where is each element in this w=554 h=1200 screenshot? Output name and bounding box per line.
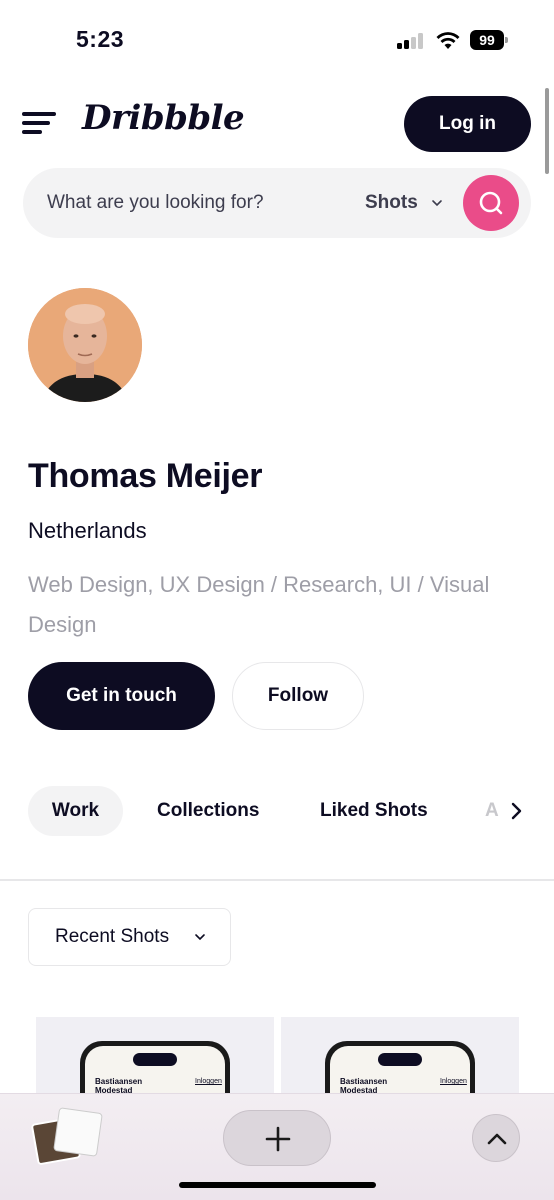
chevron-right-icon[interactable] <box>506 798 526 824</box>
browser-toolbar <box>0 1093 554 1200</box>
search-input[interactable] <box>47 168 347 238</box>
divider <box>0 879 554 881</box>
plus-icon <box>265 1126 291 1152</box>
chevron-down-icon <box>195 934 205 941</box>
tab-about[interactable]: A <box>485 786 499 836</box>
cellular-signal-icon <box>397 33 425 49</box>
hamburger-menu-icon[interactable] <box>22 108 58 138</box>
status-bar: 5:23 99 <box>0 0 554 80</box>
follow-button[interactable]: Follow <box>232 662 364 730</box>
tab-overview-icon[interactable] <box>30 1106 104 1166</box>
get-in-touch-button[interactable]: Get in touch <box>28 662 215 730</box>
search-bar: Shots <box>23 168 531 238</box>
shot-link: Inloggen <box>440 1078 467 1085</box>
home-indicator <box>179 1182 376 1188</box>
search-type-dropdown[interactable]: Shots <box>365 168 443 238</box>
tab-liked-shots[interactable]: Liked Shots <box>320 786 428 836</box>
profile-location: Netherlands <box>28 518 147 543</box>
status-time: 5:23 <box>76 26 125 52</box>
login-button[interactable]: Log in <box>404 96 531 152</box>
search-button[interactable] <box>463 175 519 231</box>
chevron-down-icon <box>432 200 442 207</box>
battery-level: 99 <box>470 30 504 50</box>
dribbble-logo[interactable]: Dribbble <box>82 98 245 138</box>
new-tab-button[interactable] <box>223 1110 331 1166</box>
profile-skills: Web Design, UX Design / Research, UI / V… <box>28 572 490 637</box>
filter-selected: Recent Shots <box>55 926 170 947</box>
wifi-icon <box>436 32 460 49</box>
tab-work[interactable]: Work <box>28 786 123 836</box>
profile-name: Thomas Meijer <box>28 457 263 495</box>
shot-link: Inloggen <box>195 1078 222 1085</box>
chevron-up-icon <box>487 1133 507 1145</box>
scrollbar[interactable] <box>545 88 549 174</box>
tab-collections[interactable]: Collections <box>157 786 259 836</box>
shots-filter-dropdown[interactable]: Recent Shots <box>28 908 231 966</box>
profile-tabs: Work Collections Liked Shots A <box>0 786 554 838</box>
battery-icon: 99 <box>470 30 508 50</box>
search-type-label: Shots <box>365 192 418 213</box>
search-icon <box>479 191 503 215</box>
avatar <box>28 288 142 402</box>
scroll-up-button[interactable] <box>472 1114 520 1162</box>
